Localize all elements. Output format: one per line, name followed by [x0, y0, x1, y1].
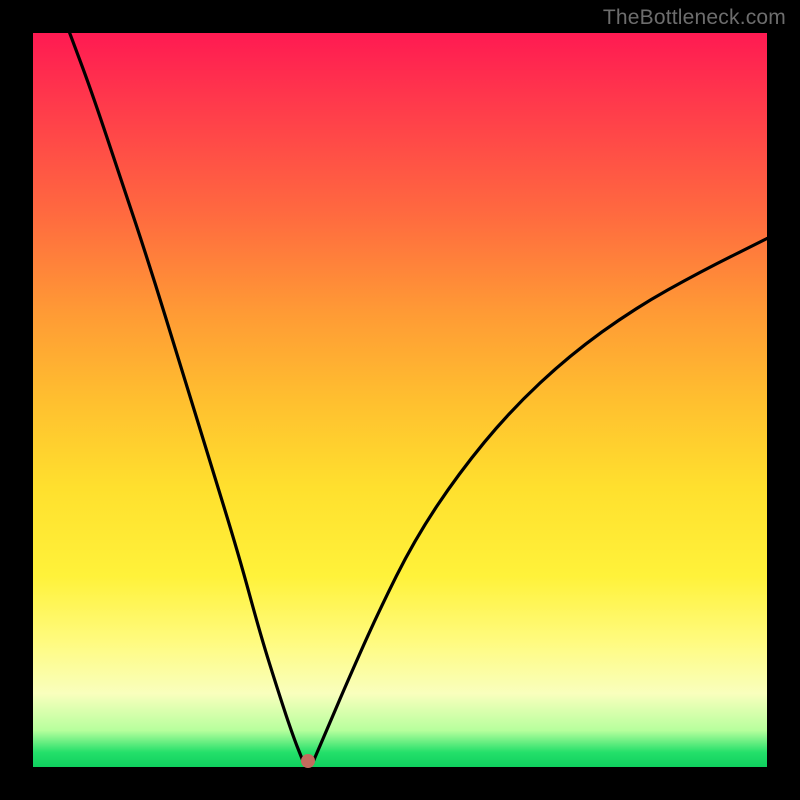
watermark-text: TheBottleneck.com — [603, 6, 786, 30]
bottleneck-curve — [33, 33, 767, 767]
chart-frame: TheBottleneck.com — [0, 0, 800, 800]
minimum-marker-dot — [301, 754, 315, 768]
plot-area — [33, 33, 767, 767]
curve-right-branch — [313, 239, 767, 762]
curve-left-branch — [70, 33, 303, 761]
